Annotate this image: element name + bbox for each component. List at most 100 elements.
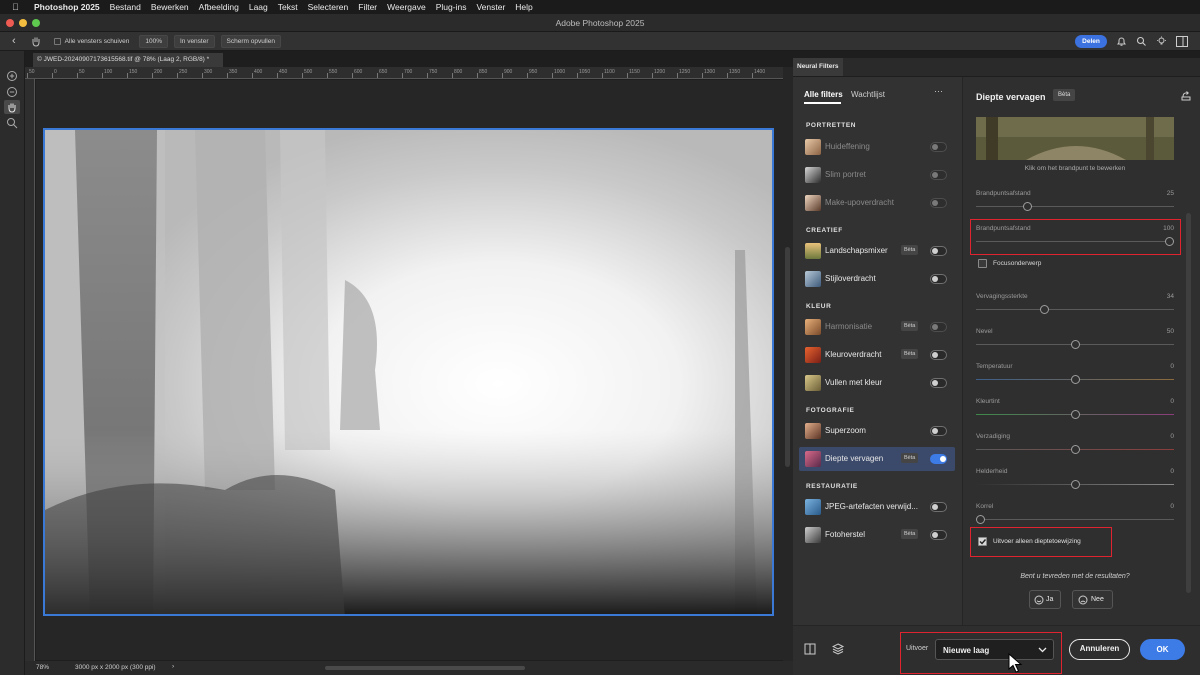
slider-brightness-track[interactable] bbox=[976, 480, 1174, 489]
focal-point-preview[interactable] bbox=[976, 117, 1174, 160]
hand-tool-icon[interactable] bbox=[30, 35, 42, 47]
filter-superzoom[interactable]: Superzoom bbox=[799, 419, 955, 443]
slider-knob[interactable] bbox=[1070, 375, 1080, 384]
slider-tint-track[interactable] bbox=[976, 410, 1174, 419]
fill-screen-button[interactable]: Scherm opvullen bbox=[220, 34, 281, 48]
feedback-no-button[interactable]: Nee bbox=[1072, 590, 1113, 609]
filter-harmonisatie[interactable]: Harmonisatie Bèta bbox=[799, 315, 955, 339]
options-bar: ‹ Alle vensters schuiven 100% In venster… bbox=[0, 32, 1200, 51]
cancel-button[interactable]: Annuleren bbox=[1069, 639, 1130, 660]
slider-value: 0 bbox=[1170, 468, 1174, 475]
feedback-yes-button[interactable]: Ja bbox=[1029, 590, 1061, 609]
vertical-scrollbar[interactable] bbox=[783, 67, 793, 661]
filter-diepte-vervagen[interactable]: Diepte vervagen Bèta bbox=[799, 447, 955, 471]
menu-filter[interactable]: Filter bbox=[358, 2, 377, 12]
slider-focal-distance-track[interactable] bbox=[976, 202, 1174, 211]
menu-tekst[interactable]: Tekst bbox=[278, 2, 298, 12]
slider-value: 0 bbox=[1170, 398, 1174, 405]
ruler-tick bbox=[252, 73, 253, 78]
scroll-all-checkbox[interactable] bbox=[53, 37, 61, 45]
more-options-icon[interactable]: ··· bbox=[934, 86, 943, 96]
slider-value: 25 bbox=[1166, 190, 1174, 197]
zoom-out-icon[interactable] bbox=[6, 86, 18, 98]
layers-preview-icon[interactable] bbox=[832, 642, 846, 656]
filter-toggle[interactable] bbox=[930, 170, 947, 180]
filter-kleuroverdracht[interactable]: Kleuroverdracht Bèta bbox=[799, 343, 955, 367]
filter-landschapsmixer[interactable]: Landschapsmixer Bèta bbox=[799, 239, 955, 263]
ruler-tick bbox=[502, 73, 503, 78]
menu-venster[interactable]: Venster bbox=[476, 2, 505, 12]
ruler-tick-label: 1050 bbox=[579, 69, 591, 75]
filter-toggle[interactable] bbox=[930, 246, 947, 256]
reset-icon[interactable] bbox=[1180, 91, 1192, 101]
status-chevron-icon[interactable]: › bbox=[172, 663, 174, 670]
beta-badge: Bèta bbox=[1053, 89, 1076, 101]
filter-toggle[interactable] bbox=[930, 530, 947, 540]
menu-bestand[interactable]: Bestand bbox=[110, 2, 141, 12]
slider-knob[interactable] bbox=[1070, 410, 1080, 419]
filter-jpeg-artefacten[interactable]: JPEG-artefacten verwijd... bbox=[799, 495, 955, 519]
filter-huideffening[interactable]: Huideffening bbox=[799, 135, 955, 159]
filter-vullen-met-kleur[interactable]: Vullen met kleur bbox=[799, 371, 955, 395]
share-button[interactable]: Delen bbox=[1075, 35, 1107, 48]
slider-saturation-track[interactable] bbox=[976, 445, 1174, 454]
compare-view-icon[interactable] bbox=[804, 643, 816, 655]
filter-toggle[interactable] bbox=[930, 322, 947, 332]
lightbulb-icon[interactable] bbox=[1156, 36, 1167, 47]
slider-blur-strength-track[interactable] bbox=[976, 305, 1174, 314]
filter-toggle[interactable] bbox=[930, 454, 947, 464]
menu-weergave[interactable]: Weergave bbox=[387, 2, 426, 12]
slider-knob[interactable] bbox=[1070, 340, 1080, 349]
tab-all-filters[interactable]: Alle filters bbox=[804, 90, 843, 99]
menu-app-name[interactable]: Photoshop 2025 bbox=[34, 2, 100, 12]
search-icon[interactable] bbox=[1136, 36, 1147, 47]
feedback-question: Bent u tevreden met de resultaten? bbox=[1020, 573, 1130, 580]
zoom-in-icon[interactable] bbox=[6, 70, 18, 82]
horizontal-scrollbar[interactable] bbox=[325, 666, 525, 670]
zoom-100-button[interactable]: 100% bbox=[139, 34, 168, 48]
document-tab[interactable]: © JWED-20240907173615568.tif @ 78% (Laag… bbox=[33, 53, 223, 67]
ruler-tick bbox=[352, 73, 353, 78]
filter-toggle[interactable] bbox=[930, 378, 947, 388]
slider-grain-track[interactable] bbox=[976, 515, 1174, 524]
depth-map-image[interactable] bbox=[43, 128, 774, 616]
menu-afbeelding[interactable]: Afbeelding bbox=[199, 2, 239, 12]
filter-fotoherstel[interactable]: Fotoherstel Bèta bbox=[799, 523, 955, 547]
zoom-level[interactable]: 78% bbox=[36, 664, 49, 671]
back-chevron-icon[interactable]: ‹ bbox=[12, 35, 16, 47]
neural-filters-tab[interactable]: Neural Filters bbox=[793, 58, 843, 76]
scroll-thumb[interactable] bbox=[785, 247, 790, 467]
menu-selecteren[interactable]: Selecteren bbox=[308, 2, 349, 12]
ruler-tick bbox=[402, 73, 403, 78]
filter-toggle[interactable] bbox=[930, 350, 947, 360]
filter-toggle[interactable] bbox=[930, 142, 947, 152]
hand-tool-button[interactable] bbox=[4, 100, 20, 114]
apple-icon[interactable]:  bbox=[12, 2, 26, 12]
slider-knob[interactable] bbox=[1070, 445, 1080, 454]
ok-button[interactable]: OK bbox=[1140, 639, 1185, 660]
menu-bewerken[interactable]: Bewerken bbox=[151, 2, 189, 12]
slider-knob[interactable] bbox=[976, 515, 985, 524]
filter-toggle[interactable] bbox=[930, 502, 947, 512]
filter-label: Superzoom bbox=[825, 426, 866, 435]
filter-toggle[interactable] bbox=[930, 274, 947, 284]
slider-temperature-track[interactable] bbox=[976, 375, 1174, 384]
slider-knob[interactable] bbox=[1070, 480, 1080, 489]
settings-scrollbar[interactable] bbox=[1186, 213, 1191, 593]
focus-subject-checkbox[interactable] bbox=[978, 259, 987, 268]
zoom-tool-icon[interactable] bbox=[6, 117, 18, 129]
menu-laag[interactable]: Laag bbox=[249, 2, 268, 12]
menu-help[interactable]: Help bbox=[515, 2, 532, 12]
slider-haze-track[interactable] bbox=[976, 340, 1174, 349]
filter-toggle[interactable] bbox=[930, 426, 947, 436]
filter-toggle[interactable] bbox=[930, 198, 947, 208]
menu-plugins[interactable]: Plug-ins bbox=[436, 2, 467, 12]
bell-icon[interactable] bbox=[1116, 36, 1127, 47]
ruler-tick-label: 300 bbox=[204, 69, 213, 75]
filter-make-upoverdracht[interactable]: Make-upoverdracht bbox=[799, 191, 955, 215]
fit-window-button[interactable]: In venster bbox=[173, 34, 215, 48]
filter-stijloverdracht[interactable]: Stijloverdracht bbox=[799, 267, 955, 291]
tab-waitlist[interactable]: Wachtlijst bbox=[851, 90, 885, 99]
filter-slim-portret[interactable]: Slim portret bbox=[799, 163, 955, 187]
workspace-icon[interactable] bbox=[1176, 36, 1188, 47]
